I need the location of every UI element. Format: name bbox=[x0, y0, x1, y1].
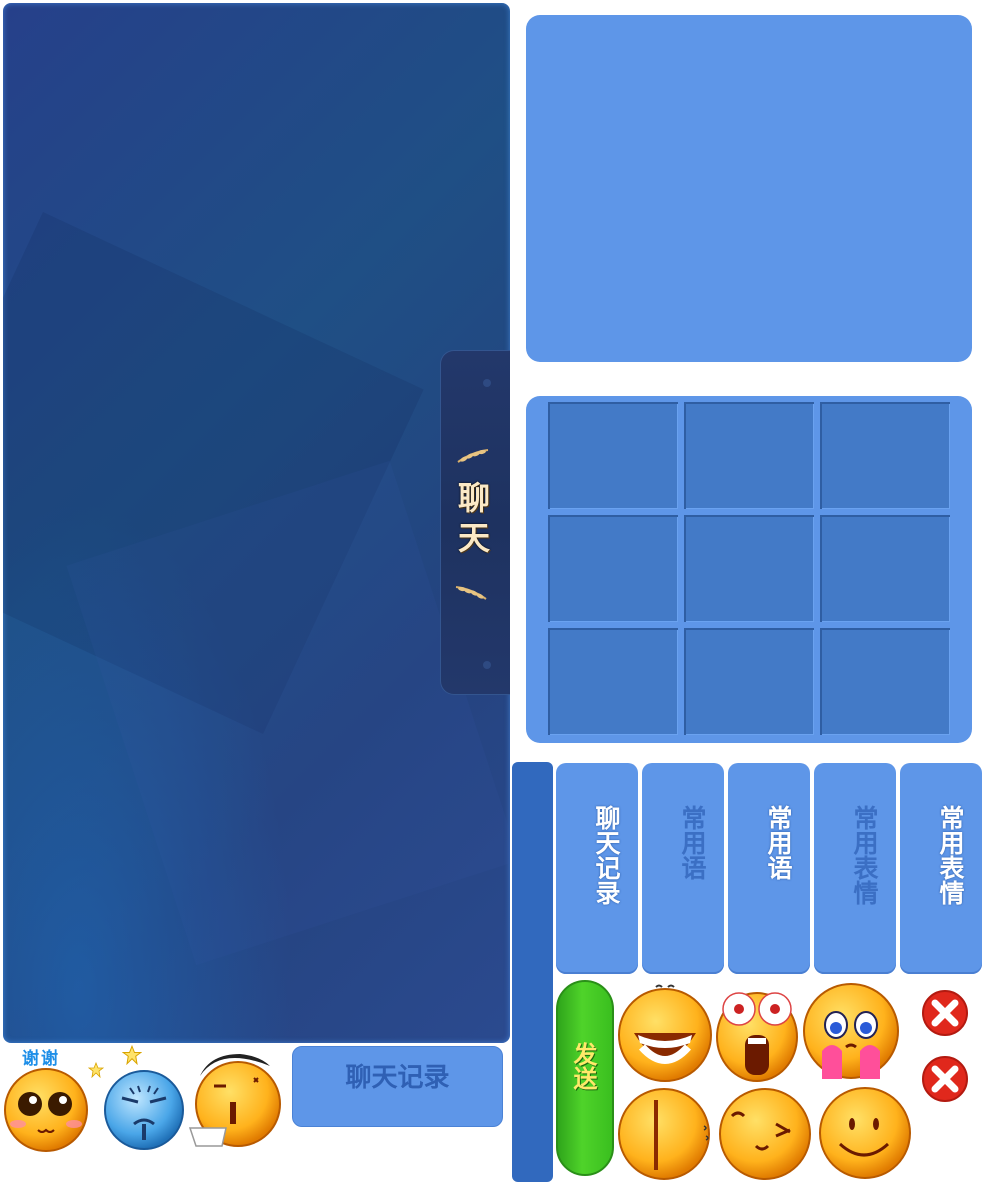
chat-record-button-label: 聊天记录 bbox=[345, 1063, 450, 1093]
grid-cell[interactable] bbox=[548, 628, 678, 735]
tab-emoticons-dim[interactable]: 常用表情 bbox=[814, 763, 896, 974]
grid-cell[interactable] bbox=[684, 515, 814, 622]
smile-icon[interactable] bbox=[816, 1084, 914, 1182]
grid-cell[interactable] bbox=[684, 402, 814, 509]
grid-cell[interactable] bbox=[820, 628, 950, 735]
send-button[interactable]: 发送 bbox=[556, 980, 614, 1176]
crying-hug-icon[interactable] bbox=[800, 981, 902, 1081]
tab-phrases[interactable]: 常用语 bbox=[728, 763, 810, 974]
tab-dot-icon bbox=[483, 661, 491, 669]
tab-label: 常用表情 bbox=[850, 805, 879, 905]
info-panel bbox=[526, 15, 972, 362]
tab-dot-icon bbox=[483, 379, 491, 387]
grid-cell[interactable] bbox=[820, 515, 950, 622]
slot-grid bbox=[548, 402, 950, 735]
tongue-icon[interactable] bbox=[186, 1046, 284, 1150]
tab-chat-record[interactable]: 聊天记录 bbox=[556, 763, 638, 974]
tab-phrases-dim[interactable]: 常用语 bbox=[642, 763, 724, 974]
close-icon[interactable] bbox=[918, 1052, 972, 1106]
grid-cell[interactable] bbox=[548, 402, 678, 509]
sweat-blue-icon[interactable] bbox=[102, 1068, 186, 1152]
thanks-icon[interactable] bbox=[2, 1066, 90, 1154]
speechless-icon[interactable] bbox=[716, 1086, 814, 1182]
grid-cell[interactable] bbox=[548, 515, 678, 622]
tab-emoticons[interactable]: 常用表情 bbox=[900, 763, 982, 974]
chat-record-button[interactable]: 聊天记录 bbox=[292, 1046, 503, 1127]
send-button-label: 发送 bbox=[569, 1042, 597, 1090]
sleepy-icon[interactable] bbox=[616, 1086, 714, 1182]
side-bar bbox=[512, 762, 553, 1182]
chat-tab-label: 聊天 bbox=[453, 481, 491, 561]
chat-tab[interactable]: 聊天 bbox=[440, 350, 510, 695]
tab-label: 常用语 bbox=[764, 805, 793, 880]
close-icon[interactable] bbox=[918, 986, 972, 1040]
tab-label: 聊天记录 bbox=[592, 805, 621, 905]
tab-label: 常用表情 bbox=[936, 805, 965, 905]
grid-cell[interactable] bbox=[820, 402, 950, 509]
chat-display-panel bbox=[3, 3, 510, 1043]
wheat-ornament-top-icon bbox=[457, 449, 489, 463]
star-icon bbox=[122, 1045, 142, 1065]
slot-grid-panel bbox=[526, 396, 972, 743]
grid-cell[interactable] bbox=[684, 628, 814, 735]
shocked-eyes-icon[interactable] bbox=[714, 983, 800, 1083]
wheat-ornament-bottom-icon bbox=[455, 586, 487, 600]
tab-label: 常用语 bbox=[678, 805, 707, 880]
grin-icon[interactable] bbox=[616, 983, 714, 1083]
